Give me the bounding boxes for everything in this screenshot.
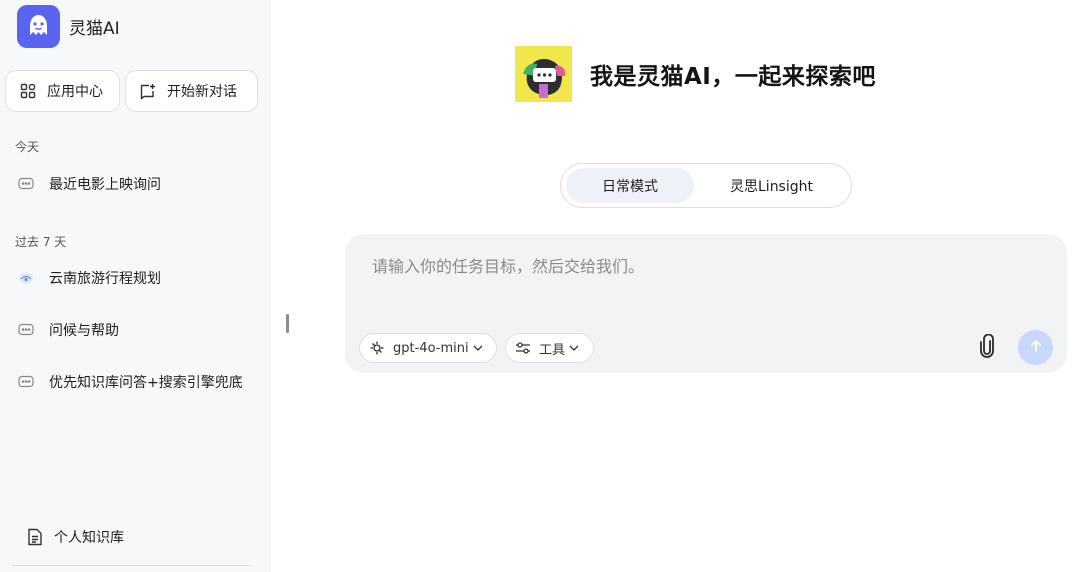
model-icon — [369, 340, 385, 356]
chat-item-title: 问候与帮助 — [49, 323, 119, 339]
new-chat-icon — [139, 82, 157, 100]
sidebar: 灵猫AI 应用中心 开始新对话 今天 最近电影上映询问 过去 7 天 云南旅游行… — [0, 0, 271, 572]
greeting-title: 我是灵猫AI，一起来探索吧 — [590, 64, 876, 90]
app-window: 灵猫AI 应用中心 开始新对话 今天 最近电影上映询问 过去 7 天 云南旅游行… — [0, 0, 1080, 572]
send-button[interactable] — [1018, 330, 1053, 365]
sidebar-divider — [12, 565, 251, 566]
new-chat-label: 开始新对话 — [167, 84, 237, 100]
chat-bubble-icon — [17, 175, 35, 193]
knowledge-base-link[interactable]: 个人知识库 — [27, 527, 124, 547]
tab-daily-mode[interactable]: 日常模式 — [566, 168, 694, 203]
chat-item[interactable]: 优先知识库问答+搜索引擎兜底 — [17, 370, 257, 394]
mode-switch: 日常模式 灵思Linsight — [560, 163, 852, 208]
app-logo-icon — [17, 5, 60, 48]
chat-bubble-icon — [17, 373, 35, 391]
new-chat-button[interactable]: 开始新对话 — [125, 70, 258, 112]
tab-linsight[interactable]: 灵思Linsight — [709, 168, 834, 203]
assistant-avatar — [515, 46, 572, 102]
section-label-today: 今天 — [15, 140, 40, 154]
chevron-down-icon — [569, 345, 579, 351]
attach-file-button[interactable] — [975, 333, 999, 362]
model-selector[interactable]: gpt-4o-mini — [359, 333, 497, 363]
sliders-icon — [515, 340, 531, 356]
paperclip-icon — [979, 333, 995, 362]
app-center-label: 应用中心 — [47, 84, 103, 100]
arrow-up-icon — [1029, 338, 1043, 357]
chat-item-title: 优先知识库问答+搜索引擎兜底 — [49, 375, 243, 391]
tools-label: 工具 — [539, 342, 566, 358]
document-icon — [27, 528, 45, 546]
travel-icon — [17, 269, 35, 287]
section-label-past-7-days: 过去 7 天 — [15, 235, 67, 249]
knowledge-base-label: 个人知识库 — [54, 530, 124, 546]
message-input[interactable]: 请输入你的任务目标，然后交给我们。 — [372, 253, 644, 277]
grid-apps-icon — [19, 82, 37, 100]
chat-item[interactable]: 云南旅游行程规划 — [17, 266, 257, 290]
composer: 请输入你的任务目标，然后交给我们。 gpt-4o-mini 工具 — [345, 234, 1067, 373]
chat-item-title: 最近电影上映询问 — [49, 177, 161, 193]
tools-menu[interactable]: 工具 — [505, 333, 594, 363]
app-name: 灵猫AI — [69, 19, 120, 39]
hero: 我是灵猫AI，一起来探索吧 — [515, 46, 876, 102]
model-label: gpt-4o-mini — [393, 340, 469, 356]
chat-item[interactable]: 问候与帮助 — [17, 318, 257, 342]
chat-item[interactable]: 最近电影上映询问 — [17, 172, 257, 196]
sidebar-resize-handle[interactable] — [286, 314, 289, 333]
app-center-button[interactable]: 应用中心 — [5, 70, 120, 112]
chat-item-title: 云南旅游行程规划 — [49, 271, 161, 287]
brand[interactable]: 灵猫AI — [17, 5, 120, 48]
chat-bubble-icon — [17, 321, 35, 339]
chevron-down-icon — [473, 345, 483, 351]
